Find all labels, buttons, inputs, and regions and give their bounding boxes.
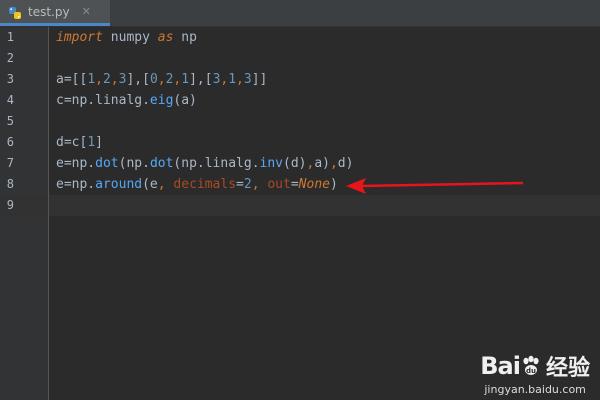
code-token: 1 [228, 72, 237, 87]
code-token: 1 [181, 72, 190, 87]
code-token: (np.linalg. [173, 156, 260, 171]
watermark-brand-suffix: du [526, 367, 536, 375]
code-text: d=c[1] [56, 132, 103, 153]
code-token: , [329, 156, 338, 171]
code-token: decimals [173, 177, 237, 192]
code-token: a) [314, 156, 330, 171]
code-token: d=c[ [56, 135, 88, 150]
python-file-icon [8, 5, 22, 19]
code-token: , [95, 72, 103, 87]
line-number: 7 [6, 156, 14, 170]
code-line[interactable]: c=np.linalg.eig(a) [49, 90, 600, 111]
line-number-gutter: 1 2 3 4 5 6 7 8 9 [0, 27, 49, 400]
watermark-url: jingyan.baidu.com [484, 383, 586, 396]
code-token: 3 [243, 72, 252, 87]
code-token: (d) [283, 156, 307, 171]
tab-test-py[interactable]: test.py ✕ [0, 0, 110, 26]
code-token: ],[ [189, 72, 213, 87]
code-token: , [110, 72, 119, 87]
code-token: around [95, 177, 143, 192]
code-line[interactable]: e=np.around(e, decimals=2, out=None) [49, 174, 600, 195]
code-token: (e [142, 177, 158, 192]
code-token: ]] [251, 72, 268, 87]
code-token: , [157, 177, 174, 192]
code-editor[interactable]: import numpy as np a=[[1,2,3],[0,2,1],[3,… [49, 27, 600, 400]
code-token: 2 [243, 177, 252, 192]
code-token: dot [95, 156, 119, 171]
code-token: = [290, 177, 299, 192]
line-number: 8 [6, 177, 14, 191]
code-token: , [236, 72, 244, 87]
code-token: out [267, 177, 291, 192]
code-text: import numpy as np [56, 27, 197, 48]
line-number: 6 [6, 135, 14, 149]
code-token: ] [95, 135, 103, 150]
code-token: as [157, 30, 174, 45]
code-line[interactable] [49, 48, 600, 69]
code-line[interactable] [49, 195, 600, 216]
code-token: c=np.linalg. [56, 93, 150, 108]
code-token: numpy [102, 30, 158, 45]
close-icon[interactable]: ✕ [82, 5, 91, 18]
code-token: ) [329, 177, 338, 192]
tab-label: test.py [28, 4, 70, 19]
code-line[interactable]: e=np.dot(np.dot(np.linalg.inv(d),a),d) [49, 153, 600, 174]
code-text: a=[[1,2,3],[0,2,1],[3,1,3]] [56, 69, 267, 90]
code-text: e=np.dot(np.dot(np.linalg.inv(d),a),d) [56, 153, 353, 174]
code-token: 0 [149, 72, 158, 87]
code-token: e=np. [56, 177, 96, 192]
code-token: e=np. [56, 156, 96, 171]
code-line[interactable] [49, 111, 600, 132]
code-token: inv [259, 156, 283, 171]
line-number: 1 [6, 30, 14, 44]
code-token: d) [337, 156, 354, 171]
code-token: None [298, 177, 330, 192]
code-line[interactable]: import numpy as np [49, 27, 600, 48]
code-token: eig [149, 93, 174, 108]
code-line[interactable]: a=[[1,2,3],[0,2,1],[3,1,3]] [49, 69, 600, 90]
code-token: , [157, 72, 166, 87]
code-token: (np. [118, 156, 150, 171]
watermark-brand: Bai [480, 352, 521, 380]
code-token: = [236, 177, 244, 192]
code-token: 1 [87, 72, 96, 87]
code-token: dot [149, 156, 174, 171]
baidu-watermark: Bai du 经验 jingyan.baidu.com [480, 350, 590, 396]
code-text: c=np.linalg.eig(a) [56, 90, 197, 111]
code-token: 2 [102, 72, 111, 87]
code-token: import [56, 30, 103, 45]
code-token: , [251, 177, 268, 192]
code-token: ],[ [126, 72, 150, 87]
watermark-cn: 经验 [545, 356, 590, 381]
line-number: 2 [6, 51, 14, 65]
paw-icon: du [523, 355, 539, 375]
editor-tab-bar: test.py ✕ [0, 0, 600, 27]
line-number: 4 [6, 93, 14, 107]
line-number: 9 [6, 198, 14, 212]
line-number: 5 [6, 114, 14, 128]
code-token: np [173, 30, 197, 45]
code-token: 1 [87, 135, 96, 150]
code-token: a=[[ [56, 72, 88, 87]
code-token: (a) [173, 93, 197, 108]
code-text: e=np.around(e, decimals=2, out=None) [56, 174, 338, 195]
code-line[interactable]: d=c[1] [49, 132, 600, 153]
line-number: 3 [6, 72, 14, 86]
